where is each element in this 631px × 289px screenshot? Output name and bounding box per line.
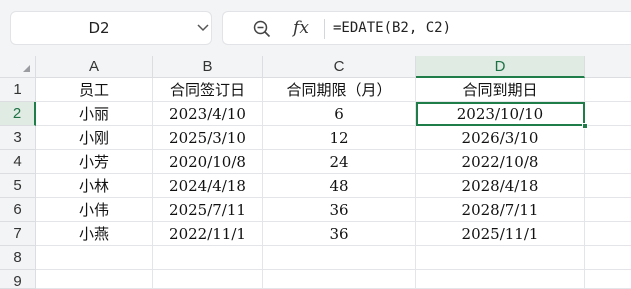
cell[interactable] bbox=[585, 174, 631, 198]
formula-input[interactable]: =EDATE(B2, C2) bbox=[333, 12, 451, 44]
fill-handle[interactable] bbox=[582, 123, 588, 129]
cell-employee[interactable]: 小芳 bbox=[36, 150, 153, 174]
column-header-a[interactable]: A bbox=[36, 56, 153, 78]
row-header-4[interactable]: 4 bbox=[0, 150, 36, 174]
cell[interactable] bbox=[36, 246, 153, 270]
cell-sign-date[interactable]: 2020/10/8 bbox=[153, 150, 263, 174]
header-cell-employee[interactable]: 员工 bbox=[36, 78, 153, 102]
cell-term[interactable]: 6 bbox=[263, 102, 416, 126]
select-all-icon bbox=[23, 65, 30, 72]
row-header-5[interactable]: 5 bbox=[0, 174, 36, 198]
header-cell-sign-date[interactable]: 合同签订日 bbox=[153, 78, 263, 102]
column-header-d[interactable]: D bbox=[416, 56, 585, 78]
cell[interactable] bbox=[585, 222, 631, 246]
cell[interactable] bbox=[153, 270, 263, 289]
formula-bar: fx =EDATE(B2, C2) bbox=[222, 11, 631, 45]
chevron-down-icon[interactable] bbox=[197, 24, 209, 32]
zoom-out-icon[interactable] bbox=[253, 20, 271, 38]
cell-sign-date[interactable]: 2023/4/10 bbox=[153, 102, 263, 126]
row-header-1[interactable]: 1 bbox=[0, 78, 36, 102]
active-cell[interactable]: 2023/10/10 bbox=[416, 102, 588, 129]
cell-employee[interactable]: 小伟 bbox=[36, 198, 153, 222]
row-header-2[interactable]: 2 bbox=[0, 102, 36, 126]
cell[interactable] bbox=[263, 246, 416, 270]
cell-expiry: 2023/10/10 bbox=[456, 105, 544, 123]
cell-expiry[interactable]: 2022/10/8 bbox=[416, 150, 585, 174]
cell[interactable] bbox=[585, 150, 631, 174]
cell[interactable] bbox=[585, 102, 631, 126]
cell[interactable] bbox=[263, 270, 416, 289]
row-header-8[interactable]: 8 bbox=[0, 246, 36, 270]
cell-employee[interactable]: 小丽 bbox=[36, 102, 153, 126]
cell[interactable] bbox=[585, 246, 631, 270]
cell-expiry[interactable]: 2026/3/10 bbox=[416, 126, 585, 150]
spreadsheet-grid: A B C D 1 2 3 4 5 6 7 8 9 员工 合同签订日 合同期限（… bbox=[0, 56, 631, 289]
cell-employee[interactable]: 小燕 bbox=[36, 222, 153, 246]
cell[interactable] bbox=[416, 270, 585, 289]
column-header-c[interactable]: C bbox=[263, 56, 416, 78]
cell[interactable] bbox=[36, 270, 153, 289]
cell[interactable] bbox=[585, 270, 631, 289]
name-box[interactable]: D2 bbox=[10, 11, 212, 45]
row-header-7[interactable]: 7 bbox=[0, 222, 36, 246]
row-header-3[interactable]: 3 bbox=[0, 126, 36, 150]
cell[interactable] bbox=[585, 198, 631, 222]
cell-sign-date[interactable]: 2025/3/10 bbox=[153, 126, 263, 150]
row-header-6[interactable]: 6 bbox=[0, 198, 36, 222]
cell-sign-date[interactable]: 2022/11/1 bbox=[153, 222, 263, 246]
row-header-9[interactable]: 9 bbox=[0, 270, 36, 289]
cell-term[interactable]: 36 bbox=[263, 222, 416, 246]
function-icon[interactable]: fx bbox=[289, 14, 313, 42]
cell-term[interactable]: 36 bbox=[263, 198, 416, 222]
toolbar: D2 fx =EDATE(B2, C2) bbox=[0, 0, 631, 56]
formula-bar-divider bbox=[324, 19, 325, 39]
cell-term[interactable]: 48 bbox=[263, 174, 416, 198]
cell-employee[interactable]: 小林 bbox=[36, 174, 153, 198]
header-cell-term[interactable]: 合同期限（月） bbox=[263, 78, 416, 102]
cell-sign-date[interactable]: 2024/4/18 bbox=[153, 174, 263, 198]
select-all-corner[interactable] bbox=[0, 56, 36, 78]
cell-expiry[interactable]: 2025/11/1 bbox=[416, 222, 585, 246]
column-header-b[interactable]: B bbox=[153, 56, 263, 78]
cell-employee[interactable]: 小刚 bbox=[36, 126, 153, 150]
cell-sign-date[interactable]: 2025/7/11 bbox=[153, 198, 263, 222]
cell-expiry[interactable]: 2028/7/11 bbox=[416, 198, 585, 222]
cell[interactable] bbox=[585, 126, 631, 150]
cell[interactable] bbox=[585, 78, 631, 102]
header-cell-expiry[interactable]: 合同到期日 bbox=[416, 78, 585, 102]
cell-expiry[interactable]: 2028/4/18 bbox=[416, 174, 585, 198]
cell[interactable] bbox=[153, 246, 263, 270]
cell-term[interactable]: 12 bbox=[263, 126, 416, 150]
column-header-e[interactable] bbox=[585, 56, 631, 78]
cell[interactable] bbox=[416, 246, 585, 270]
name-box-ref: D2 bbox=[88, 19, 110, 37]
cell-term[interactable]: 24 bbox=[263, 150, 416, 174]
